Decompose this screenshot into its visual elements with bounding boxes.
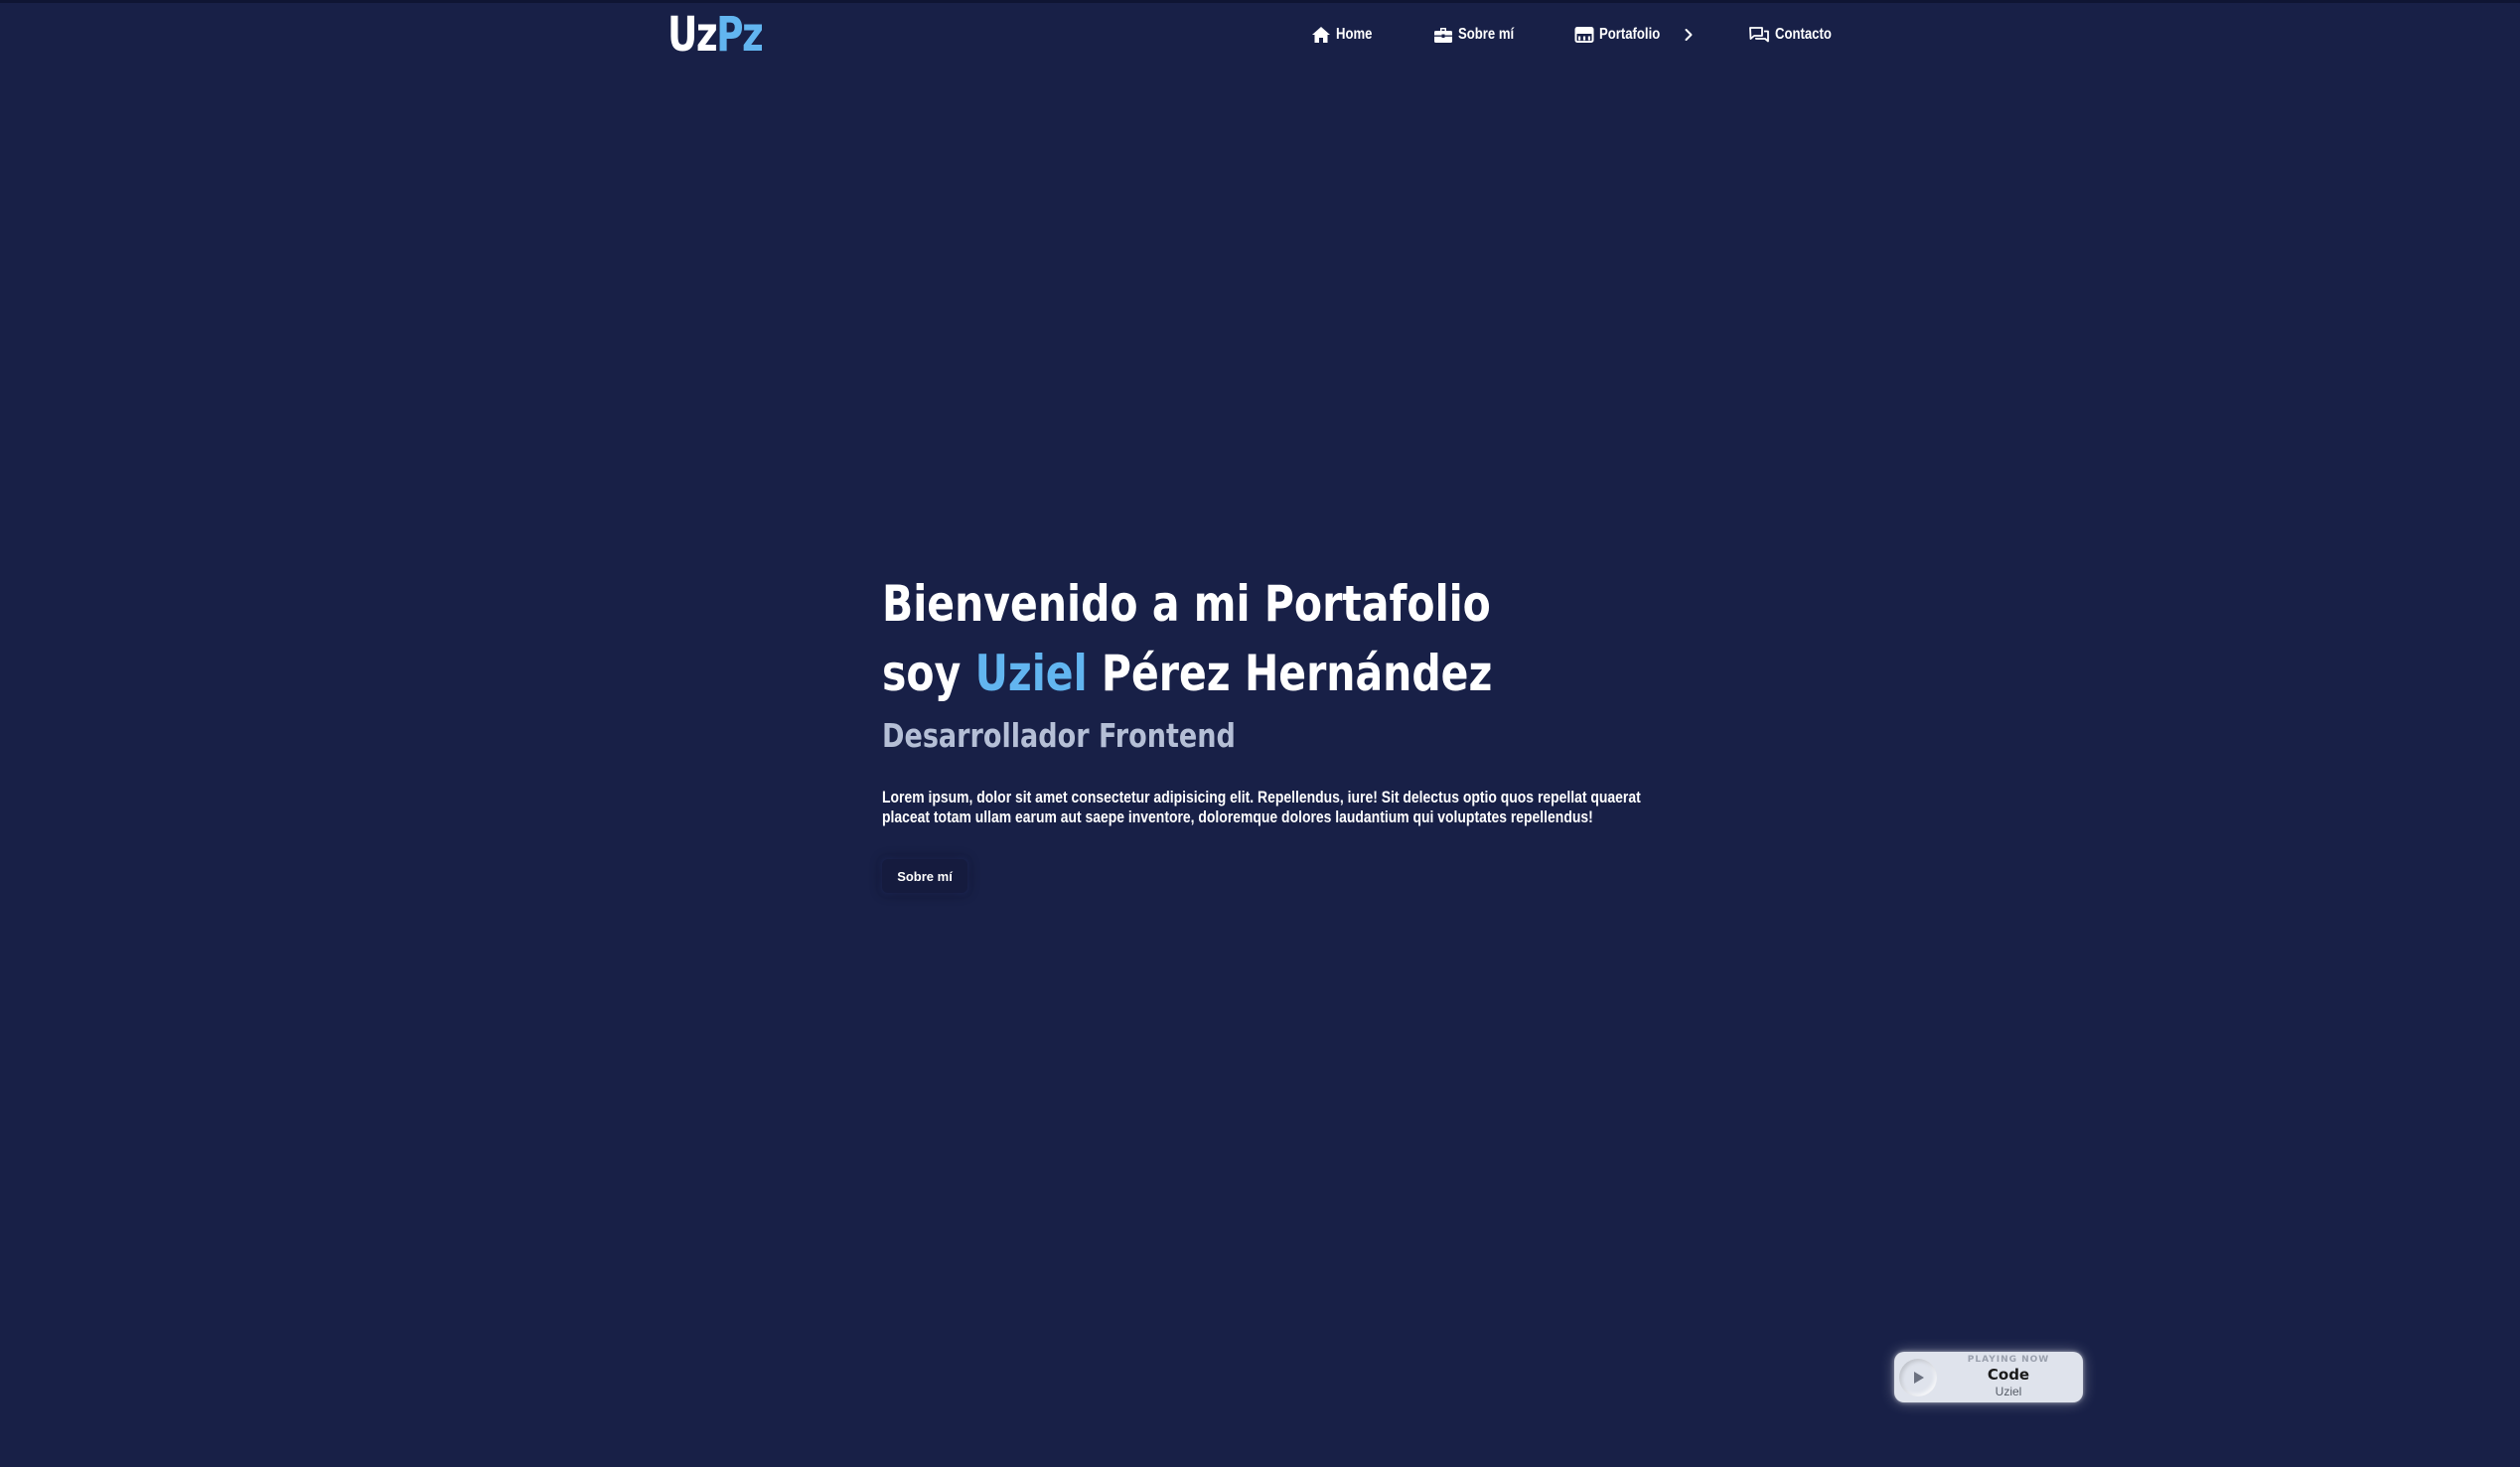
store-icon [1574,27,1594,43]
briefcase-icon [1434,28,1452,43]
hero-title: Bienvenido a mi Portafolio soy Uziel Pére… [882,569,1492,708]
hero-title-line-1: Bienvenido a mi Portafolio [882,575,1491,633]
logo[interactable]: UzPz [667,5,764,65]
nav-about-label: Sobre mí [1458,26,1515,43]
play-button[interactable] [1899,1359,1937,1396]
nav-home-label: Home [1336,26,1373,43]
player-info: PLAYING NOW Code Uziel [1944,1354,2073,1398]
hero-title-suffix: Pérez Hernández [1087,645,1493,702]
nav-portfolio[interactable]: Portafolio [1574,19,1699,51]
chat-icon [1749,27,1769,43]
nav-home[interactable]: Home [1311,19,1380,51]
player-artist: Uziel [1995,1385,2022,1398]
player-status: PLAYING NOW [1967,1355,2050,1365]
logo-part-1: Uz [667,7,718,63]
player-track-title: Code [1987,1366,2030,1384]
nav-portfolio-label: Portafolio [1599,26,1661,43]
music-player: PLAYING NOW Code Uziel [1894,1352,2083,1402]
hero-subtitle: Desarrollador Frontend [882,716,1236,755]
about-me-button[interactable]: Sobre mí [882,859,967,893]
play-icon [1914,1372,1924,1384]
logo-part-2: Pz [716,7,764,63]
page: UzPz Home Sobre mí Portafolio Contacto B… [0,0,2520,1467]
hero-title-highlight: Uziel [974,645,1088,702]
hero-title-prefix: soy [882,645,975,702]
chevron-right-icon[interactable] [1684,28,1694,42]
hero-description: Lorem ipsum, dolor sit amet consectetur … [882,788,1641,826]
nav-contact[interactable]: Contacto [1748,19,1844,51]
nav-contact-label: Contacto [1775,26,1832,43]
home-icon [1312,27,1330,43]
nav-about[interactable]: Sobre mí [1433,19,1526,51]
